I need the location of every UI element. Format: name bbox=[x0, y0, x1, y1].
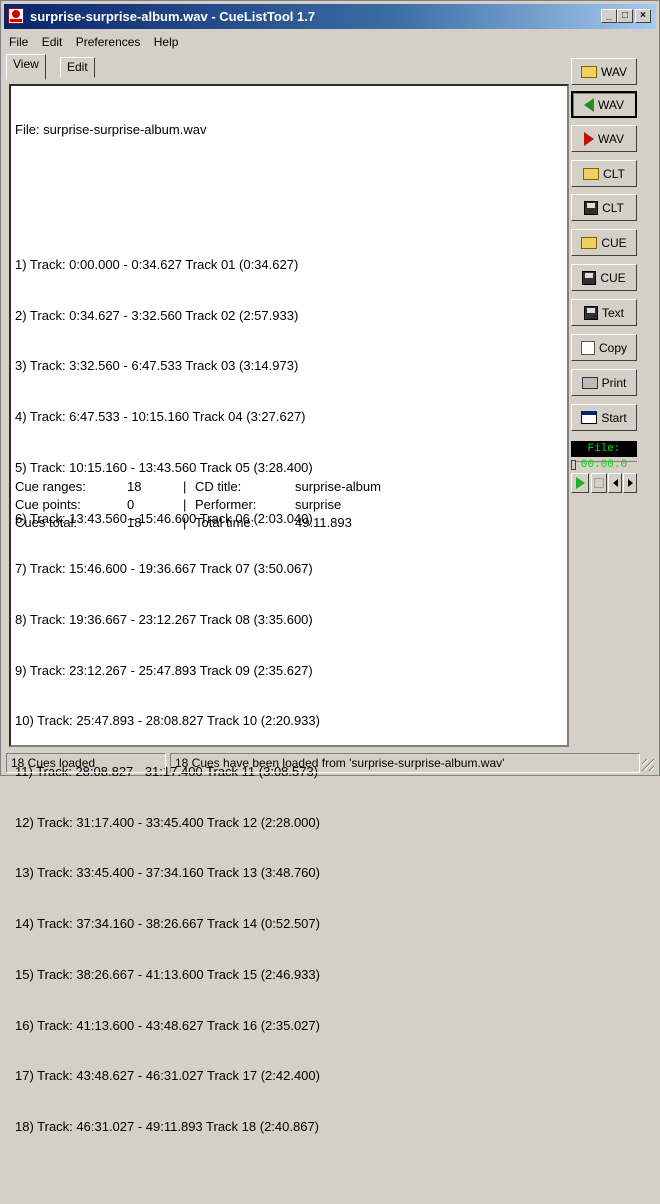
floppy-disk-icon bbox=[583, 305, 598, 320]
folder-open-icon bbox=[581, 236, 598, 249]
maximize-button[interactable]: □ bbox=[617, 9, 633, 23]
stop-button[interactable] bbox=[591, 473, 607, 493]
track-line: 9) Track: 23:12.267 - 25:47.893 Track 09… bbox=[15, 662, 313, 678]
cue-list-panel[interactable]: File: surprise-surprise-album.wav 1) Tra… bbox=[9, 84, 569, 1134]
close-button[interactable]: × bbox=[635, 9, 651, 23]
menu-file[interactable]: File bbox=[4, 33, 33, 51]
menu-bar: File Edit Preferences Help bbox=[4, 33, 183, 53]
save-cue-button[interactable]: CUE bbox=[571, 264, 637, 291]
stats-row-cue-ranges: Cue ranges: 18 | CD title: surprise-albu… bbox=[15, 478, 535, 496]
open-clt-button[interactable]: CLT bbox=[571, 160, 637, 187]
open-cue-button[interactable]: CUE bbox=[571, 229, 637, 256]
play-button[interactable] bbox=[571, 473, 589, 493]
stat-label: Total time: bbox=[195, 515, 255, 530]
floppy-disk-icon bbox=[584, 200, 599, 215]
copy-icon bbox=[580, 340, 595, 355]
forward-button[interactable] bbox=[623, 473, 637, 493]
status-right: 18 Cues have been loaded from 'surprise-… bbox=[170, 753, 640, 773]
track-line: 12) Track: 31:17.400 - 33:45.400 Track 1… bbox=[15, 814, 320, 830]
printer-icon bbox=[581, 376, 598, 389]
track-line: 14) Track: 37:34.160 - 38:26.667 Track 1… bbox=[15, 916, 320, 932]
play-icon bbox=[575, 477, 585, 489]
menu-edit[interactable]: Edit bbox=[37, 33, 68, 51]
track-line: 5) Track: 10:15.160 - 13:43.560 Track 05… bbox=[15, 459, 313, 475]
track-line: 3) Track: 3:32.560 - 6:47.533 Track 03 (… bbox=[15, 358, 299, 374]
menu-preferences[interactable]: Preferences bbox=[71, 33, 146, 51]
stat-separator: | bbox=[183, 515, 187, 530]
tab-view[interactable]: View bbox=[6, 54, 46, 80]
tab-edit[interactable]: Edit bbox=[60, 57, 95, 78]
save-text-button[interactable]: Text bbox=[571, 299, 637, 326]
rewind-icon bbox=[612, 479, 618, 487]
arrow-right-icon bbox=[584, 131, 594, 146]
track-line: 18) Track: 46:31.027 - 49:11.893 Track 1… bbox=[15, 1118, 320, 1134]
status-left: 18 Cues loaded bbox=[6, 753, 166, 773]
stat-value: 18 bbox=[127, 479, 142, 494]
stat-value: surprise-album bbox=[295, 479, 381, 494]
stat-value: 0 bbox=[127, 497, 135, 512]
window-icon bbox=[581, 411, 598, 424]
prev-wav-button[interactable]: WAV bbox=[571, 91, 637, 118]
stat-value: 49:11.893 bbox=[295, 515, 352, 530]
print-button[interactable]: Print bbox=[571, 369, 637, 396]
stats-row-cues-total: Cues total: 18 | Total time: 49:11.893 bbox=[15, 514, 535, 532]
stats-row-cue-points: Cue points: 0 | Performer: surprise bbox=[15, 496, 535, 514]
cue-list-text: File: surprise-surprise-album.wav 1) Tra… bbox=[15, 88, 563, 1204]
floppy-disk-icon bbox=[582, 270, 597, 285]
minimize-button[interactable]: _ bbox=[601, 9, 617, 23]
menu-help[interactable]: Help bbox=[149, 33, 184, 51]
stat-label: Cues total: bbox=[15, 515, 78, 530]
position-slider[interactable] bbox=[571, 460, 637, 470]
window-title: surprise-surprise-album.wav - CueListToo… bbox=[30, 9, 316, 24]
forward-icon bbox=[627, 479, 633, 487]
stat-value: 18 bbox=[127, 515, 142, 530]
start-button[interactable]: Start bbox=[571, 404, 637, 431]
track-line: 13) Track: 33:45.400 - 37:34.160 Track 1… bbox=[15, 865, 320, 881]
track-line: 8) Track: 19:36.667 - 23:12.267 Track 08… bbox=[15, 611, 313, 627]
save-clt-button[interactable]: CLT bbox=[571, 194, 637, 221]
stop-icon bbox=[594, 478, 604, 488]
app-icon[interactable] bbox=[8, 8, 24, 24]
track-line: 15) Track: 38:26.667 - 41:13.600 Track 1… bbox=[15, 966, 320, 982]
track-line: 7) Track: 15:46.600 - 19:36.667 Track 07… bbox=[15, 561, 313, 577]
time-display: File: 00:00.0 bbox=[571, 441, 637, 471]
copy-button[interactable]: Copy bbox=[571, 334, 637, 361]
stat-label: Performer: bbox=[195, 497, 257, 512]
stat-label: Cue ranges: bbox=[15, 479, 86, 494]
track-list: 1) Track: 0:00.000 - 0:34.627 Track 01 (… bbox=[15, 223, 563, 1169]
folder-open-icon bbox=[583, 167, 600, 180]
resize-grip[interactable] bbox=[642, 759, 654, 771]
status-bar: 18 Cues loaded 18 Cues have been loaded … bbox=[4, 753, 656, 773]
folder-open-icon bbox=[581, 65, 597, 78]
track-line: 17) Track: 43:48.627 - 46:31.027 Track 1… bbox=[15, 1068, 320, 1084]
stat-separator: | bbox=[183, 497, 187, 512]
track-line: 2) Track: 0:34.627 - 3:32.560 Track 02 (… bbox=[15, 307, 299, 323]
stat-value: surprise bbox=[295, 497, 342, 512]
summary-stats: Cue ranges: 18 | CD title: surprise-albu… bbox=[15, 478, 535, 532]
stat-label: Cue points: bbox=[15, 497, 81, 512]
track-line: 10) Track: 25:47.893 - 28:08.827 Track 1… bbox=[15, 713, 320, 729]
arrow-left-icon bbox=[584, 97, 594, 112]
track-line: 4) Track: 6:47.533 - 10:15.160 Track 04 … bbox=[15, 409, 306, 425]
rewind-button[interactable] bbox=[608, 473, 622, 493]
file-line: File: surprise-surprise-album.wav bbox=[15, 121, 207, 137]
track-line: 16) Track: 41:13.600 - 43:48.627 Track 1… bbox=[15, 1017, 320, 1033]
app-window: surprise-surprise-album.wav - CueListToo… bbox=[0, 0, 660, 1134]
track-line: 1) Track: 0:00.000 - 0:34.627 Track 01 (… bbox=[15, 257, 299, 273]
open-wav-button[interactable]: WAV bbox=[571, 58, 637, 85]
stat-label: CD title: bbox=[195, 479, 242, 494]
stat-separator: | bbox=[183, 479, 187, 494]
next-wav-button[interactable]: WAV bbox=[571, 125, 637, 152]
title-bar[interactable]: surprise-surprise-album.wav - CueListToo… bbox=[4, 4, 656, 29]
